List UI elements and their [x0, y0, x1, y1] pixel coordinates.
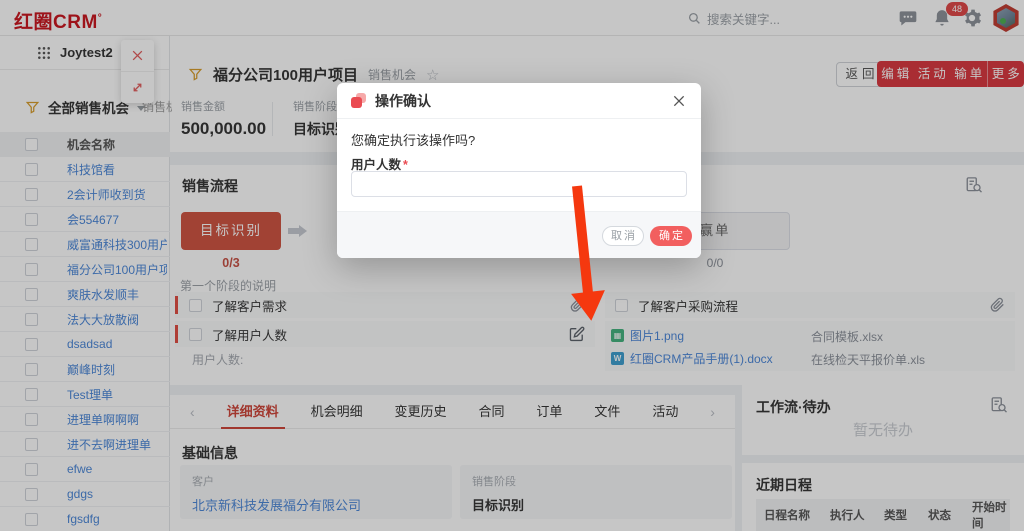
modal-backdrop[interactable]	[0, 0, 1024, 531]
dialog-footer: 取消 确定	[337, 211, 701, 258]
confirm-button[interactable]: 确定	[650, 226, 692, 246]
user-count-input[interactable]	[351, 171, 687, 197]
dialog-icon	[351, 93, 366, 108]
required-asterisk: *	[403, 158, 408, 172]
crm-page: 红圈CRM° 搜索关键字... 48 Joytest2 全部销售机会 销售机会 …	[0, 0, 1024, 531]
dialog-header: 操作确认	[337, 83, 701, 119]
confirm-dialog: 操作确认 您确定执行该操作吗? 用户人数* 取消 确定	[337, 83, 701, 258]
close-icon[interactable]	[671, 93, 687, 109]
cancel-button[interactable]: 取消	[602, 226, 644, 246]
dialog-message: 您确定执行该操作吗?	[351, 130, 475, 149]
dialog-title: 操作确认	[375, 91, 662, 111]
